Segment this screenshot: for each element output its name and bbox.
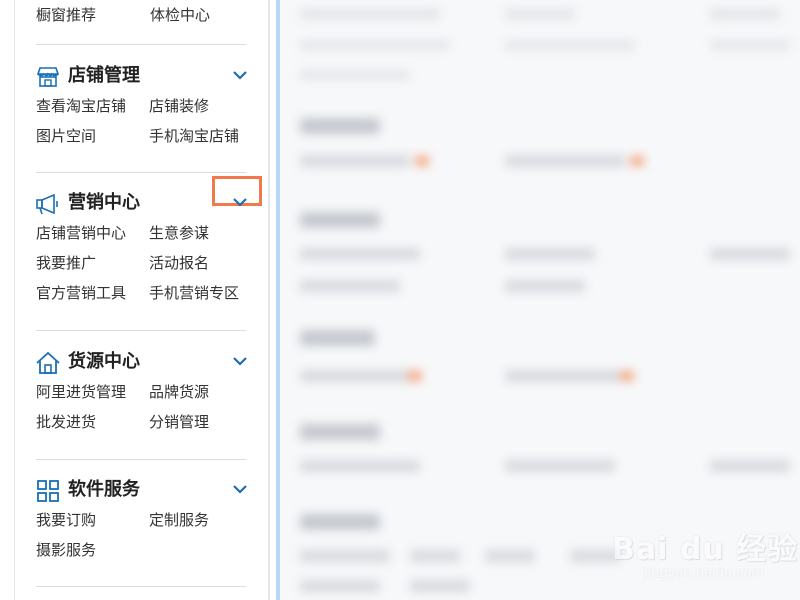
sidebar-edge [268, 0, 270, 600]
divider [36, 586, 246, 587]
blurred-placeholder-layer [280, 0, 800, 600]
placeholder-block [410, 580, 470, 592]
link-window-recommend[interactable]: 橱窗推荐 [36, 4, 96, 25]
placeholder-block [300, 370, 410, 382]
link-photography-service[interactable]: 摄影服务 [36, 540, 96, 560]
placeholder-heading [300, 514, 380, 530]
grid-icon [37, 480, 59, 502]
section-header[interactable]: 营销中心 [36, 176, 262, 217]
placeholder-block [710, 460, 790, 472]
placeholder-block [505, 155, 625, 167]
placeholder-heading [300, 330, 375, 346]
section-links: 阿里进货管理 品牌货源 批发进货 分销管理 [36, 382, 256, 442]
section-header[interactable]: 软件服务 [36, 478, 256, 504]
link-distribution-management[interactable]: 分销管理 [149, 412, 209, 432]
section-marketing-center: 营销中心 店铺营销中心 生意参谋 我要推广 活动报名 官方营销工具 手机营销专区 [36, 176, 262, 313]
placeholder-block [410, 550, 460, 562]
section-title: 营销中心 [68, 192, 140, 213]
watermark-logo-text: Bai du 经验 [612, 532, 799, 567]
link-wholesale-purchase[interactable]: 批发进货 [36, 412, 96, 432]
section-supply-center: 货源中心 阿里进货管理 品牌货源 批发进货 分销管理 [36, 350, 256, 442]
link-promote[interactable]: 我要推广 [36, 253, 96, 273]
placeholder-block [710, 248, 790, 260]
section-links: 我要订购 定制服务 摄影服务 [36, 510, 256, 570]
placeholder-block [300, 40, 450, 50]
store-icon [36, 67, 60, 87]
link-mobile-marketing-zone[interactable]: 手机营销专区 [149, 283, 239, 303]
section-links: 查看淘宝店铺 店铺装修 图片空间 手机淘宝店铺 [36, 96, 256, 156]
link-image-space[interactable]: 图片空间 [36, 126, 96, 146]
chevron-down-icon[interactable] [232, 483, 248, 495]
chevron-down-icon[interactable] [232, 196, 248, 208]
placeholder-block [710, 8, 780, 20]
divider [36, 44, 246, 45]
section-header[interactable]: 店铺管理 [36, 64, 256, 90]
placeholder-heading [300, 212, 380, 228]
placeholder-block [505, 280, 585, 292]
blurred-content-area [280, 0, 800, 600]
placeholder-block [505, 370, 620, 382]
link-event-signup[interactable]: 活动报名 [149, 253, 209, 273]
placeholder-block [505, 8, 575, 20]
placeholder-block [505, 460, 615, 472]
placeholder-block [300, 248, 420, 260]
app-window: 橱窗推荐 体检中心 店铺管理 查看淘宝店铺 店铺装修 图片空间 手机淘宝店铺 营… [0, 0, 800, 600]
link-brand-supply[interactable]: 品牌货源 [149, 382, 209, 402]
section-links: 店铺营销中心 生意参谋 我要推广 活动报名 官方营销工具 手机营销专区 [36, 223, 256, 313]
megaphone-icon [36, 193, 58, 215]
placeholder-block [300, 8, 440, 20]
link-checkup-center[interactable]: 体检中心 [150, 4, 210, 25]
placeholder-block [710, 40, 790, 50]
section-header[interactable]: 货源中心 [36, 350, 256, 376]
placeholder-block [300, 280, 400, 292]
sidebar-left-border [14, 0, 15, 600]
section-title: 货源中心 [68, 351, 140, 372]
link-ali-purchase-management[interactable]: 阿里进货管理 [36, 382, 126, 402]
link-store-decoration[interactable]: 店铺装修 [149, 96, 209, 116]
chevron-down-icon[interactable] [232, 355, 248, 367]
section-title: 店铺管理 [68, 65, 140, 86]
link-official-marketing-tools[interactable]: 官方营销工具 [36, 283, 126, 303]
placeholder-block [300, 70, 410, 80]
placeholder-block [485, 550, 535, 562]
divider [36, 172, 246, 173]
placeholder-heading [300, 424, 380, 440]
placeholder-block [300, 155, 410, 167]
house-icon [36, 352, 60, 374]
divider [36, 330, 246, 331]
link-custom-service[interactable]: 定制服务 [149, 510, 209, 530]
link-subscribe[interactable]: 我要订购 [36, 510, 96, 530]
placeholder-block [300, 460, 420, 472]
sidebar: 橱窗推荐 体检中心 店铺管理 查看淘宝店铺 店铺装修 图片空间 手机淘宝店铺 营… [0, 0, 270, 600]
placeholder-dot [415, 156, 429, 166]
section-software-services: 软件服务 我要订购 定制服务 摄影服务 [36, 478, 256, 570]
placeholder-block [300, 550, 390, 562]
top-links-row: 橱窗推荐 体检中心 [36, 4, 266, 26]
link-store-marketing-center[interactable]: 店铺营销中心 [36, 223, 126, 243]
watermark-url: jingyan.baidu.com [644, 566, 764, 581]
baidu-jingyan-watermark: Bai du 经验 jingyan.baidu.com [612, 512, 797, 582]
placeholder-heading [300, 118, 380, 134]
link-view-taobao-store[interactable]: 查看淘宝店铺 [36, 96, 126, 116]
placeholder-block [300, 580, 380, 592]
section-title: 软件服务 [68, 479, 140, 500]
link-business-advisor[interactable]: 生意参谋 [149, 223, 209, 243]
placeholder-block [505, 248, 595, 260]
chevron-down-icon[interactable] [232, 69, 248, 81]
link-mobile-taobao-store[interactable]: 手机淘宝店铺 [149, 126, 239, 146]
section-store-management: 店铺管理 查看淘宝店铺 店铺装修 图片空间 手机淘宝店铺 [36, 64, 256, 156]
placeholder-dot [408, 371, 422, 381]
placeholder-dot [620, 371, 634, 381]
divider [36, 459, 246, 460]
placeholder-dot [630, 156, 644, 166]
placeholder-block [505, 40, 635, 50]
